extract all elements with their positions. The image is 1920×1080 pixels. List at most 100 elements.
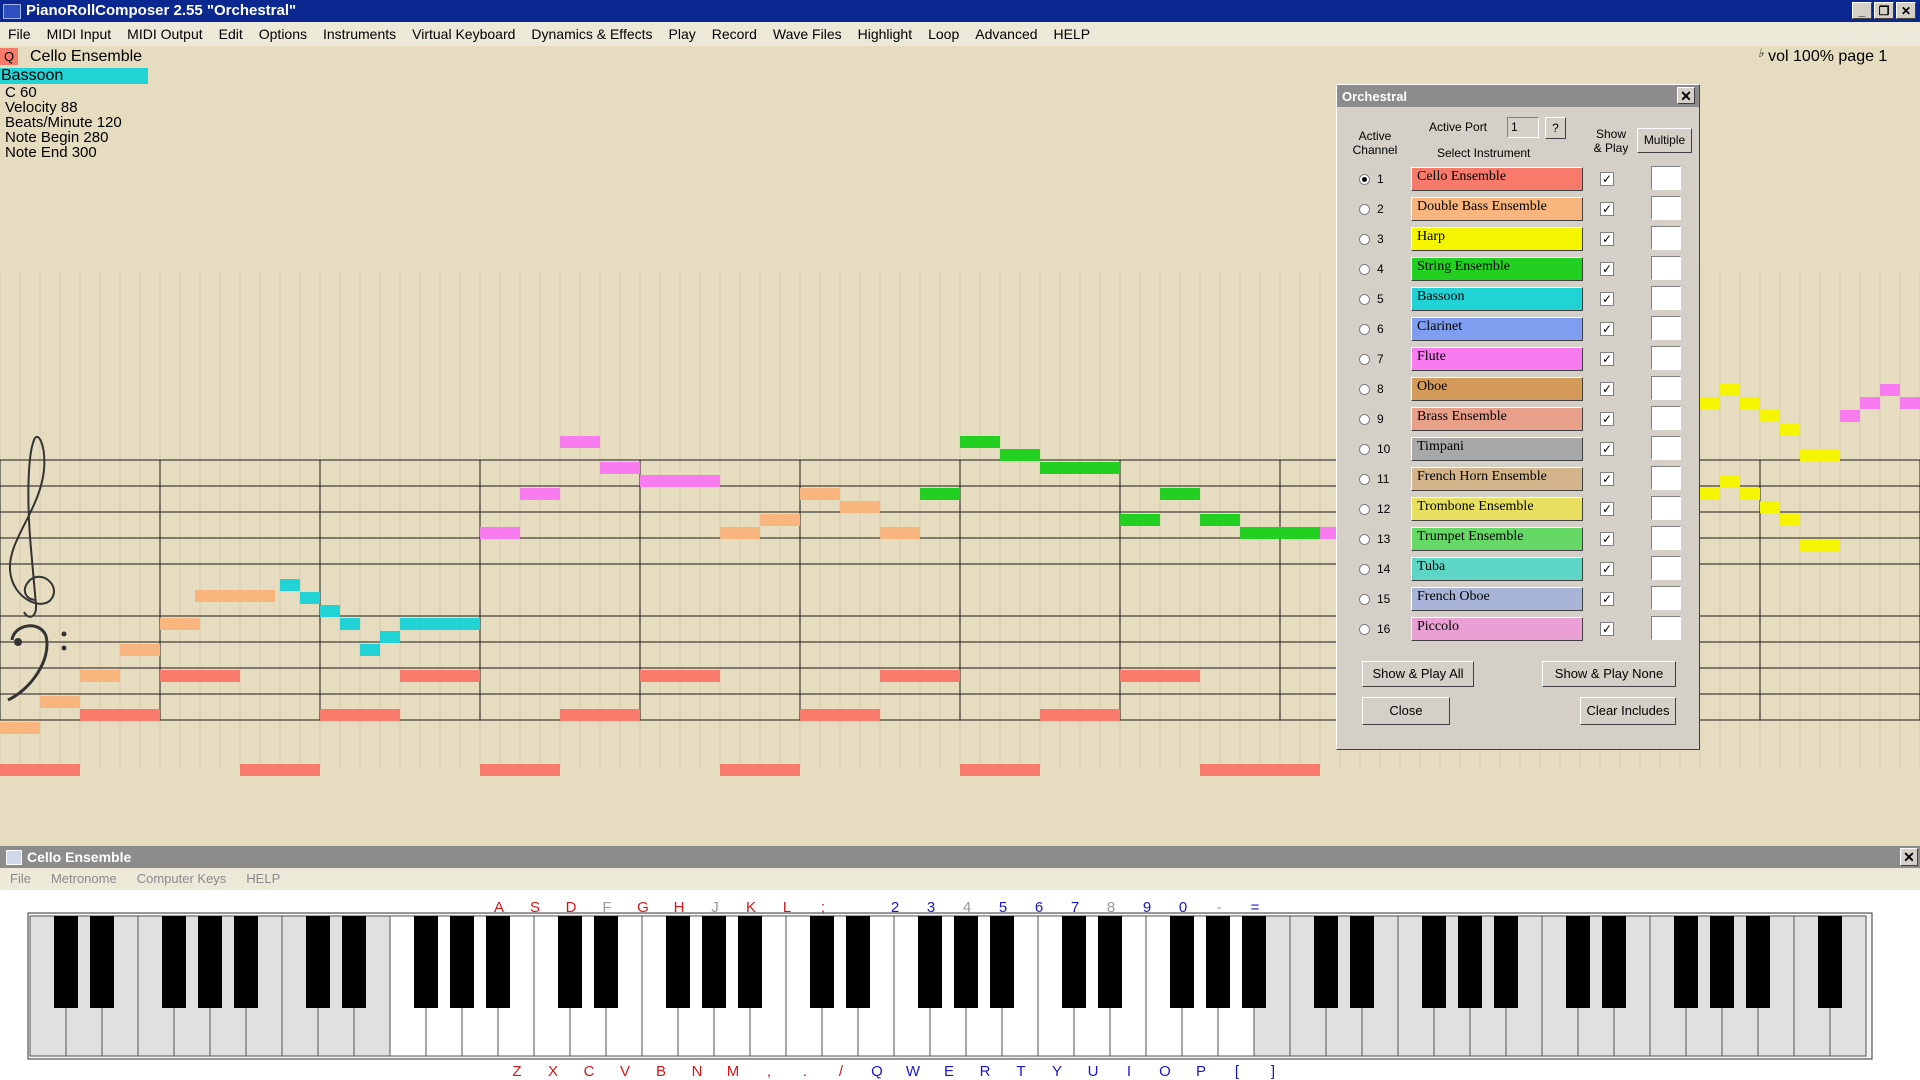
multiple-include-box[interactable]	[1651, 406, 1681, 430]
dialog-close-button[interactable]: Close	[1362, 697, 1450, 725]
note-block[interactable]	[520, 488, 560, 500]
menu-midi-input[interactable]: MIDI Input	[39, 22, 120, 46]
menu-help[interactable]: HELP	[1046, 22, 1099, 46]
note-block[interactable]	[1040, 709, 1120, 721]
kb-menu-help[interactable]: HELP	[236, 868, 290, 890]
menu-midi-output[interactable]: MIDI Output	[119, 22, 210, 46]
note-block[interactable]	[1720, 475, 1740, 487]
instrument-select-button[interactable]: Clarinet	[1411, 317, 1583, 341]
multiple-include-box[interactable]	[1651, 346, 1681, 370]
dialog-close-icon[interactable]: ✕	[1677, 87, 1695, 104]
multiple-include-box[interactable]	[1651, 466, 1681, 490]
note-block[interactable]	[1720, 384, 1740, 396]
active-port-input[interactable]: 1	[1507, 117, 1539, 138]
instrument-select-button[interactable]: Timpani	[1411, 437, 1583, 461]
channel-radio[interactable]	[1359, 564, 1370, 575]
note-block[interactable]	[400, 670, 480, 682]
note-block[interactable]	[840, 501, 880, 513]
menu-record[interactable]: Record	[704, 22, 765, 46]
multiple-include-box[interactable]	[1651, 196, 1681, 220]
instrument-select-button[interactable]: Harp	[1411, 227, 1583, 251]
note-block[interactable]	[1900, 397, 1920, 409]
restore-button[interactable]: ❐	[1874, 2, 1894, 19]
kb-menu-file[interactable]: File	[0, 868, 41, 890]
instrument-select-button[interactable]: Double Bass Ensemble	[1411, 197, 1583, 221]
quantize-button[interactable]: Q	[0, 48, 18, 65]
note-block[interactable]	[1760, 410, 1780, 422]
menu-instruments[interactable]: Instruments	[315, 22, 404, 46]
note-block[interactable]	[800, 488, 840, 500]
note-block[interactable]	[400, 618, 480, 630]
menu-highlight[interactable]: Highlight	[850, 22, 920, 46]
note-block[interactable]	[1160, 488, 1200, 500]
show-play-checkbox[interactable]: ✓	[1600, 442, 1614, 456]
show-play-checkbox[interactable]: ✓	[1600, 172, 1614, 186]
note-block[interactable]	[720, 527, 760, 539]
note-block[interactable]	[1800, 449, 1840, 461]
instrument-select-button[interactable]: Trumpet Ensemble	[1411, 527, 1583, 551]
show-play-checkbox[interactable]: ✓	[1600, 592, 1614, 606]
multiple-include-box[interactable]	[1651, 166, 1681, 190]
note-block[interactable]	[80, 670, 120, 682]
instrument-select-button[interactable]: String Ensemble	[1411, 257, 1583, 281]
note-block[interactable]	[1200, 514, 1240, 526]
note-block[interactable]	[1700, 488, 1720, 500]
keyboard-close-icon[interactable]: ✕	[1900, 848, 1918, 866]
note-block[interactable]	[1740, 488, 1760, 500]
note-block[interactable]	[560, 709, 640, 721]
note-block[interactable]	[720, 764, 800, 776]
note-block[interactable]	[80, 709, 160, 721]
note-block[interactable]	[120, 644, 160, 656]
menu-options[interactable]: Options	[251, 22, 315, 46]
note-block[interactable]	[360, 644, 380, 656]
note-block[interactable]	[1880, 384, 1900, 396]
note-block[interactable]	[1700, 397, 1720, 409]
channel-radio[interactable]	[1359, 174, 1370, 185]
menu-virtual-keyboard[interactable]: Virtual Keyboard	[404, 22, 523, 46]
instrument-select-button[interactable]: Brass Ensemble	[1411, 407, 1583, 431]
channel-radio[interactable]	[1359, 504, 1370, 515]
note-block[interactable]	[40, 696, 80, 708]
show-play-none-button[interactable]: Show & Play None	[1542, 661, 1676, 687]
show-play-checkbox[interactable]: ✓	[1600, 352, 1614, 366]
note-block[interactable]	[1120, 514, 1160, 526]
note-block[interactable]	[300, 592, 320, 604]
channel-radio[interactable]	[1359, 624, 1370, 635]
multiple-include-box[interactable]	[1651, 616, 1681, 640]
instrument-select-button[interactable]: Trombone Ensemble	[1411, 497, 1583, 521]
show-play-checkbox[interactable]: ✓	[1600, 232, 1614, 246]
port-help-button[interactable]: ?	[1545, 117, 1566, 139]
channel-radio[interactable]	[1359, 354, 1370, 365]
note-block[interactable]	[160, 618, 200, 630]
note-block[interactable]	[320, 709, 400, 721]
multiple-include-box[interactable]	[1651, 256, 1681, 280]
channel-radio[interactable]	[1359, 324, 1370, 335]
note-block[interactable]	[240, 764, 320, 776]
instrument-select-button[interactable]: Oboe	[1411, 377, 1583, 401]
note-block[interactable]	[560, 436, 600, 448]
clear-includes-button[interactable]: Clear Includes	[1580, 697, 1676, 725]
kb-menu-metronome[interactable]: Metronome	[41, 868, 127, 890]
menu-wave-files[interactable]: Wave Files	[765, 22, 850, 46]
multiple-include-box[interactable]	[1651, 316, 1681, 340]
show-play-checkbox[interactable]: ✓	[1600, 382, 1614, 396]
show-play-checkbox[interactable]: ✓	[1600, 502, 1614, 516]
show-play-checkbox[interactable]: ✓	[1600, 202, 1614, 216]
note-block[interactable]	[195, 590, 275, 602]
multiple-include-box[interactable]	[1651, 226, 1681, 250]
note-block[interactable]	[280, 579, 300, 591]
multiple-include-box[interactable]	[1651, 556, 1681, 580]
menu-edit[interactable]: Edit	[211, 22, 251, 46]
multiple-include-box[interactable]	[1651, 376, 1681, 400]
menu-advanced[interactable]: Advanced	[967, 22, 1045, 46]
menu-dynamics-effects[interactable]: Dynamics & Effects	[523, 22, 660, 46]
note-block[interactable]	[880, 670, 960, 682]
note-block[interactable]	[0, 764, 80, 776]
channel-radio[interactable]	[1359, 234, 1370, 245]
note-block[interactable]	[600, 462, 640, 474]
show-play-checkbox[interactable]: ✓	[1600, 622, 1614, 636]
channel-radio[interactable]	[1359, 264, 1370, 275]
note-block[interactable]	[1740, 397, 1760, 409]
multiple-include-box[interactable]	[1651, 436, 1681, 460]
show-play-checkbox[interactable]: ✓	[1600, 262, 1614, 276]
